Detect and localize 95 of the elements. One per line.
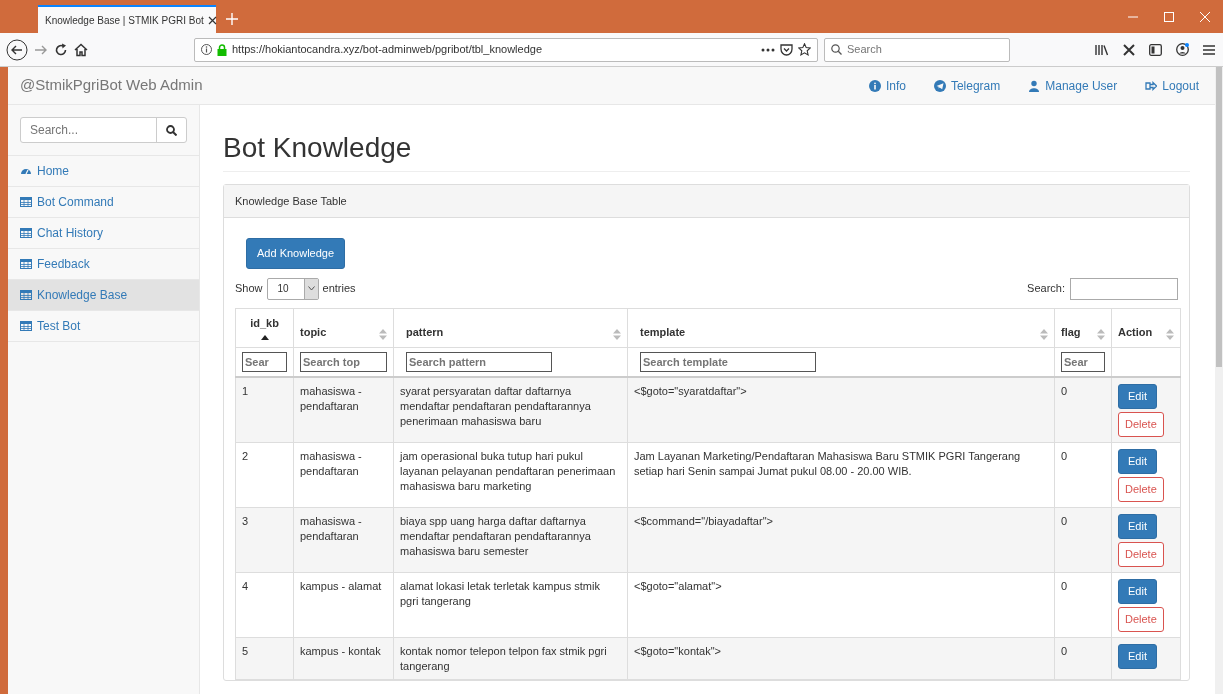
table-cell: 0 (1061, 514, 1068, 527)
search-icon (831, 44, 842, 55)
url-text: https://hokiantocandra.xyz/bot-adminweb/pgribot/tbl_knowledge (232, 42, 544, 58)
entries-label: entries (322, 281, 356, 297)
edit-button[interactable]: Edit (1118, 448, 1157, 474)
table-cell: 0 (1061, 579, 1068, 592)
add-button[interactable]: Add Knowledge (246, 238, 346, 269)
table-cell: <$goto="syaratdaftar"> (634, 384, 747, 397)
star-icon[interactable] (798, 43, 811, 56)
chevron-down-icon (307, 286, 315, 292)
column-header[interactable]: pattern (406, 324, 444, 340)
scrollbar[interactable] (1215, 67, 1223, 694)
table-search-field[interactable] (1070, 277, 1178, 300)
close-icon[interactable] (207, 15, 217, 25)
table-icon (20, 289, 32, 301)
pocket-icon[interactable] (780, 43, 793, 56)
filter-field[interactable]: Sear (242, 351, 287, 372)
table-icon (20, 258, 32, 270)
entries-select[interactable]: 10 (266, 277, 319, 300)
filter-field[interactable]: Search top (300, 351, 387, 372)
library-icon[interactable] (1095, 43, 1109, 56)
nav-link[interactable]: Logout (1145, 76, 1199, 95)
table-cell: biaya spp uang harga daftar daftarnya mendaftar pendaftaran pendaftarannya mahasiswa baru semester (400, 514, 591, 557)
address-bar[interactable]: https://hokiantocandra.xyz/bot-adminweb/pgribot/tbl_knowledge (194, 37, 818, 62)
brand-title[interactable]: @StmikPgriBot Web Admin (20, 74, 203, 97)
sidebar-item[interactable]: Knowledge Base (8, 280, 199, 311)
table-cell: 2 (242, 449, 249, 462)
edit-button[interactable]: Edit (1118, 513, 1157, 539)
table-icon (20, 196, 32, 208)
table-cell: alamat lokasi letak terletak kampus stmik pgri tangerang (400, 579, 600, 607)
table-cell: jam operasional buka tutup hari pukul layanan pelayanan pendaftaran penerimaan mahasiswa baru marketing (400, 449, 616, 492)
back-icon[interactable] (6, 38, 28, 61)
nav-link[interactable]: Telegram (933, 76, 1001, 95)
tab-title: Knowledge Base | STMIK PGRI Bot (45, 13, 204, 28)
edit-button[interactable]: Edit (1118, 643, 1157, 669)
table-icon (20, 320, 32, 332)
table-cell: <$goto="alamat"> (634, 579, 722, 592)
search-field[interactable]: Search... (21, 118, 156, 142)
search-field[interactable]: Search (824, 37, 1010, 62)
edit-button[interactable]: Edit (1118, 578, 1157, 604)
search-icon (166, 124, 177, 136)
delete-button[interactable]: Delete (1118, 541, 1164, 567)
search-field[interactable]: Search... (20, 117, 187, 143)
table-cell: kampus - alamat (300, 579, 382, 592)
paper-plane-icon (933, 79, 946, 92)
panel-title: Knowledge Base Table (224, 184, 1189, 219)
column-header[interactable]: Action (1118, 324, 1153, 340)
sidebar-icon[interactable] (1149, 43, 1162, 56)
table-cell: 0 (1061, 644, 1068, 657)
delete-button[interactable]: Delete (1118, 411, 1164, 437)
page-title: Bot Knowledge (223, 131, 1190, 172)
x-icon[interactable] (1123, 43, 1135, 56)
table-cell: 0 (1061, 384, 1068, 397)
filter-field[interactable]: Search pattern (406, 351, 552, 372)
column-header[interactable]: template (640, 324, 686, 340)
info-icon (868, 79, 881, 92)
filter-field[interactable]: Sear (1061, 351, 1105, 372)
info-icon (201, 44, 212, 55)
table-cell: <$command="/biayadaftar"> (634, 514, 773, 527)
table-cell: 3 (242, 514, 249, 527)
lock-icon (217, 43, 227, 56)
menu-icon[interactable] (1203, 44, 1215, 55)
nav-link[interactable]: Manage User (1028, 76, 1118, 95)
home-icon[interactable] (74, 42, 88, 57)
table-cell: Jam Layanan Marketing/Pendaftaran Mahasiswa Baru STMIK PGRI Tangerang setiap hari Senin sampai Jumat pukul 08.00 - 20.00 WIB. (634, 449, 1021, 477)
column-header[interactable]: flag (1061, 324, 1081, 340)
table-cell: kampus - kontak (300, 644, 381, 657)
edit-button[interactable]: Edit (1118, 383, 1157, 409)
filter-field[interactable]: Search template (640, 351, 816, 372)
table-cell: 1 (242, 384, 249, 397)
account-icon[interactable] (1176, 43, 1189, 56)
reload-icon[interactable] (54, 42, 68, 57)
table-cell: syarat persyaratan daftar daftarnya mendaftar pendaftaran pendaftarannya penerimaan mahasiswa baru (400, 384, 591, 427)
nav-link[interactable]: Info (868, 76, 906, 95)
plus-icon[interactable] (226, 13, 238, 25)
table-cell: mahasiswa - pendaftaran (300, 384, 362, 412)
table-cell: 0 (1061, 449, 1068, 462)
table-cell: kontak nomor telepon telpon fax stmik pgri tangerang (400, 644, 607, 672)
more-icon[interactable] (761, 47, 775, 52)
column-header[interactable]: topic (300, 324, 327, 340)
logout-icon (1145, 79, 1158, 92)
search-label: Search: (1027, 281, 1065, 297)
show-label: Show (235, 281, 263, 297)
user-icon (1028, 79, 1041, 92)
table-cell: mahasiswa - pendaftaran (300, 514, 362, 542)
column-header[interactable]: id_kb (250, 315, 279, 331)
browser-tab[interactable]: Knowledge Base | STMIK PGRI Bot (38, 5, 216, 33)
delete-button[interactable]: Delete (1118, 476, 1164, 502)
table-cell: <$goto="kontak"> (634, 644, 722, 657)
table-cell: mahasiswa - pendaftaran (300, 449, 362, 477)
delete-button[interactable]: Delete (1118, 606, 1164, 632)
table-cell: 5 (242, 644, 249, 657)
table-cell: 4 (242, 579, 249, 592)
table-icon (20, 227, 32, 239)
maximize-icon[interactable] (1164, 11, 1174, 22)
